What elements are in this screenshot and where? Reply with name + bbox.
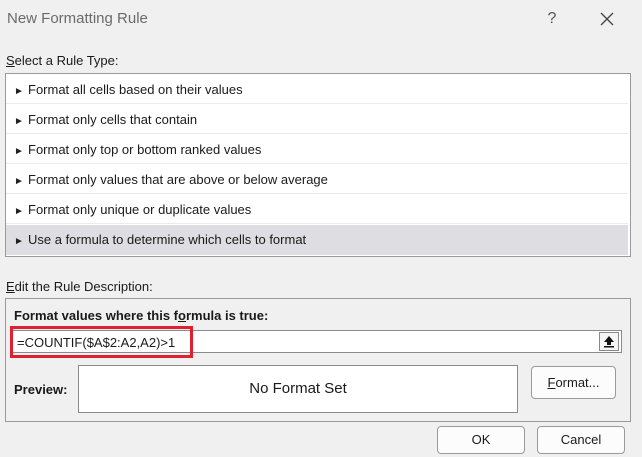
rule-type-item-use-formula[interactable]: ► Use a formula to determine which cells … [6, 225, 628, 255]
formula-heading-accel: o [178, 308, 186, 323]
rule-description-label-text: dit the Rule Description: [14, 279, 153, 294]
rule-type-label-text: elect a Rule Type: [14, 53, 119, 68]
rule-type-item-label: Use a formula to determine which cells t… [28, 232, 307, 247]
preview-label: Preview: [14, 382, 68, 397]
rule-type-item-label: Format only top or bottom ranked values [28, 142, 262, 157]
rule-type-item-top-bottom[interactable]: ► Format only top or bottom ranked values [6, 135, 628, 164]
preview-box: No Format Set [78, 365, 518, 413]
upload-arrow-icon [604, 336, 614, 348]
pointer-arrow-icon: ► [14, 146, 24, 157]
rule-type-item-unique-duplicate[interactable]: ► Format only unique or duplicate values [6, 195, 628, 224]
help-button[interactable]: ? [540, 6, 564, 32]
pointer-arrow-icon: ► [14, 176, 24, 187]
rule-description-label: Edit the Rule Description: [6, 279, 153, 294]
rule-description-label-accel: E [6, 279, 15, 294]
formula-heading-part1: Format values where this f [14, 308, 178, 323]
rule-type-item-above-below-average[interactable]: ► Format only values that are above or be… [6, 165, 628, 194]
rule-type-label: Select a Rule Type: [6, 53, 119, 68]
ok-button[interactable]: OK [437, 426, 525, 454]
rule-type-item-label: Format all cells based on their values [28, 82, 243, 97]
rule-description-panel: Format values where this formula is true… [5, 298, 631, 422]
pointer-arrow-icon: ► [14, 206, 24, 217]
formula-heading-part2: rmula is true: [185, 308, 269, 323]
rule-type-item-cells-contain[interactable]: ► Format only cells that contain [6, 105, 628, 134]
rule-type-item-label: Format only unique or duplicate values [28, 202, 252, 217]
formula-heading: Format values where this formula is true… [14, 308, 268, 323]
pointer-arrow-icon: ► [14, 116, 24, 127]
dialog-title: New Formatting Rule [7, 10, 148, 27]
rule-type-item-label: Format only cells that contain [28, 112, 198, 127]
close-icon [600, 12, 614, 26]
title-bar: New Formatting Rule ? [0, 0, 642, 38]
rule-type-item-label: Format only values that are above or bel… [28, 172, 328, 187]
collapse-dialog-button[interactable] [599, 332, 619, 351]
pointer-arrow-icon: ► [14, 236, 24, 247]
format-button-label: ormat... [555, 375, 600, 390]
cancel-button[interactable]: Cancel [537, 426, 625, 454]
format-button[interactable]: Format... [531, 366, 616, 399]
close-button[interactable] [594, 6, 620, 32]
pointer-arrow-icon: ► [14, 86, 24, 97]
rule-type-list[interactable]: ► Format all cells based on their values … [5, 73, 631, 257]
formula-highlight-box [10, 326, 193, 358]
rule-type-item-all-cells[interactable]: ► Format all cells based on their values [6, 75, 628, 104]
rule-type-label-accel: S [6, 53, 15, 68]
